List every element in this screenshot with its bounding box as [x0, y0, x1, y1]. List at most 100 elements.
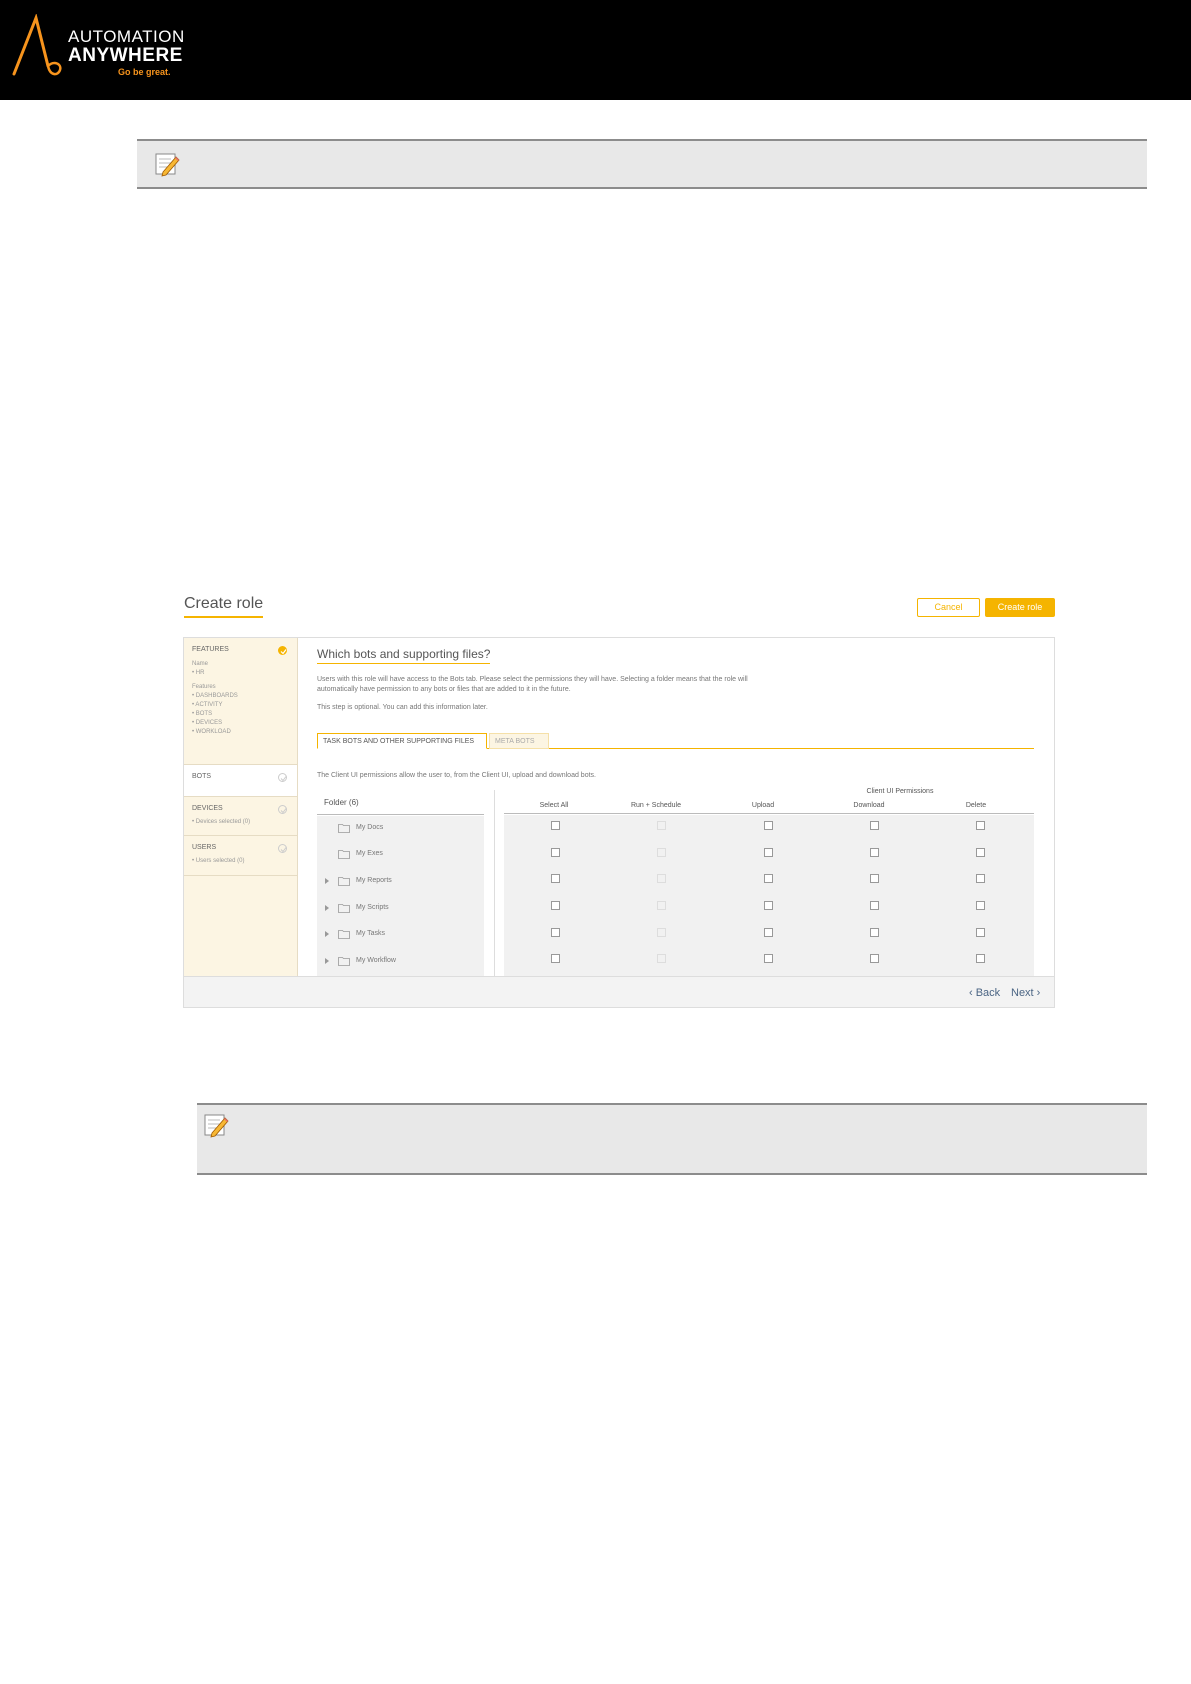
- checkbox-upload[interactable]: [764, 848, 773, 857]
- checkbox-delete[interactable]: [976, 848, 985, 857]
- folder-icon: [338, 957, 350, 966]
- sidebar-item-features[interactable]: FEATURES Name • HR Features • DASHBOARDS…: [184, 638, 297, 765]
- sidebar-item-devices[interactable]: DEVICES • Devices selected (0): [184, 797, 297, 836]
- checkbox-select-all[interactable]: [551, 874, 560, 883]
- logo-text-automation: AUTOMATION: [68, 27, 185, 46]
- checkbox-run-schedule: [657, 954, 666, 963]
- checkbox-delete[interactable]: [976, 928, 985, 937]
- checkbox-delete[interactable]: [976, 954, 985, 963]
- folder-icon: [338, 930, 350, 939]
- optional-note: This step is optional. You can add this …: [317, 704, 488, 711]
- sidebar-name-value: • HR: [192, 670, 205, 676]
- checkbox-delete[interactable]: [976, 821, 985, 830]
- note-box: [197, 1103, 1147, 1175]
- checkbox-upload[interactable]: [764, 821, 773, 830]
- divider: [317, 814, 484, 815]
- wizard-sidebar: FEATURES Name • HR Features • DASHBOARDS…: [184, 638, 304, 976]
- sidebar-features-label: Features: [192, 684, 216, 690]
- permissions-grid: [504, 815, 1034, 976]
- permissions-group-header: Client UI Permissions: [866, 788, 934, 795]
- tab-task-bots[interactable]: TASK BOTS AND OTHER SUPPORTING FILES: [317, 733, 487, 749]
- checkbox-upload[interactable]: [764, 954, 773, 963]
- folder-name: My Workflow: [356, 957, 396, 964]
- note-box: [137, 139, 1147, 189]
- folder-name: My Scripts: [356, 904, 389, 911]
- checkbox-upload[interactable]: [764, 901, 773, 910]
- back-button[interactable]: ‹ Back: [969, 987, 1000, 999]
- create-role-screen: Create role Cancel Create role FEATURES …: [183, 592, 1055, 1008]
- list-item[interactable]: My Scripts: [317, 896, 484, 922]
- checkbox-delete[interactable]: [976, 901, 985, 910]
- step-heading: Which bots and supporting files?: [317, 647, 491, 664]
- folder-name: My Tasks: [356, 930, 386, 937]
- column-header-delete: Delete: [965, 802, 987, 809]
- checkbox-download[interactable]: [870, 928, 879, 937]
- step-description-line: automatically have permission to any bot…: [317, 686, 571, 693]
- check-pending-icon: [278, 773, 287, 782]
- sidebar-feature-item: • ACTIVITY: [192, 702, 223, 708]
- list-item[interactable]: My Tasks: [317, 922, 484, 948]
- expand-caret-icon[interactable]: [325, 905, 329, 911]
- sidebar-item-label: BOTS: [192, 773, 212, 780]
- checkbox-run-schedule: [657, 901, 666, 910]
- checkbox-download[interactable]: [870, 954, 879, 963]
- pencil-note-icon: [155, 153, 180, 177]
- sidebar-item-users[interactable]: USERS • Users selected (0): [184, 836, 297, 876]
- sidebar-name-label: Name: [192, 661, 209, 667]
- tab-meta-bots[interactable]: META BOTS: [489, 733, 549, 749]
- checkbox-download[interactable]: [870, 874, 879, 883]
- list-item[interactable]: My Workflow: [317, 949, 484, 975]
- checkbox-delete[interactable]: [976, 874, 985, 883]
- bot-type-tabs: TASK BOTS AND OTHER SUPPORTING FILES MET…: [317, 733, 1034, 749]
- sidebar-item-bots[interactable]: BOTS: [184, 765, 304, 797]
- folder-icon: [338, 824, 350, 833]
- check-pending-icon: [278, 844, 287, 853]
- checkbox-download[interactable]: [870, 901, 879, 910]
- page-title: Create role: [184, 595, 264, 618]
- checkbox-download[interactable]: [870, 821, 879, 830]
- column-header-run-schedule: Run + Schedule: [630, 802, 681, 809]
- checkbox-select-all[interactable]: [551, 901, 560, 910]
- sidebar-item-label: USERS: [192, 844, 217, 851]
- checkbox-select-all[interactable]: [551, 848, 560, 857]
- expand-caret-icon[interactable]: [325, 878, 329, 884]
- logo-tagline: Go be great.: [118, 67, 171, 77]
- step-description-line: Users with this role will have access to…: [317, 676, 748, 683]
- checkbox-select-all[interactable]: [551, 821, 560, 830]
- next-button[interactable]: Next ›: [1011, 987, 1040, 999]
- checkbox-upload[interactable]: [764, 928, 773, 937]
- checkbox-select-all[interactable]: [551, 954, 560, 963]
- divider: [504, 813, 1034, 814]
- folder-name: My Reports: [356, 877, 392, 884]
- checkbox-run-schedule: [657, 848, 666, 857]
- sidebar-item-label: FEATURES: [192, 646, 229, 653]
- folder-icon: [338, 850, 350, 859]
- checkbox-run-schedule: [657, 874, 666, 883]
- folder-icon: [338, 904, 350, 913]
- list-item[interactable]: My Reports: [317, 869, 484, 895]
- expand-caret-icon[interactable]: [325, 958, 329, 964]
- folder-name: My Exes: [356, 850, 383, 857]
- sidebar-users-detail: • Users selected (0): [192, 858, 245, 864]
- check-done-icon: [278, 646, 287, 655]
- wizard-footer: ‹ Back Next ›: [184, 976, 1054, 1007]
- divider: [494, 790, 495, 976]
- column-header-select-all: Select All: [539, 802, 569, 809]
- logo-a-icon: [12, 13, 62, 76]
- checkbox-download[interactable]: [870, 848, 879, 857]
- column-header-download: Download: [853, 802, 885, 809]
- sidebar-feature-item: • WORKLOAD: [192, 729, 231, 735]
- list-item[interactable]: My Docs: [317, 816, 484, 842]
- checkbox-run-schedule: [657, 928, 666, 937]
- create-role-button[interactable]: Create role: [985, 598, 1055, 617]
- checkbox-select-all[interactable]: [551, 928, 560, 937]
- folder-name: My Docs: [356, 824, 384, 831]
- sidebar-feature-item: • DASHBOARDS: [192, 693, 238, 699]
- client-ui-note: The Client UI permissions allow the user…: [317, 772, 596, 779]
- cancel-button[interactable]: Cancel: [917, 598, 980, 617]
- checkbox-upload[interactable]: [764, 874, 773, 883]
- sidebar-devices-detail: • Devices selected (0): [192, 819, 251, 825]
- list-item[interactable]: My Exes: [317, 842, 484, 868]
- checkbox-run-schedule: [657, 821, 666, 830]
- expand-caret-icon[interactable]: [325, 931, 329, 937]
